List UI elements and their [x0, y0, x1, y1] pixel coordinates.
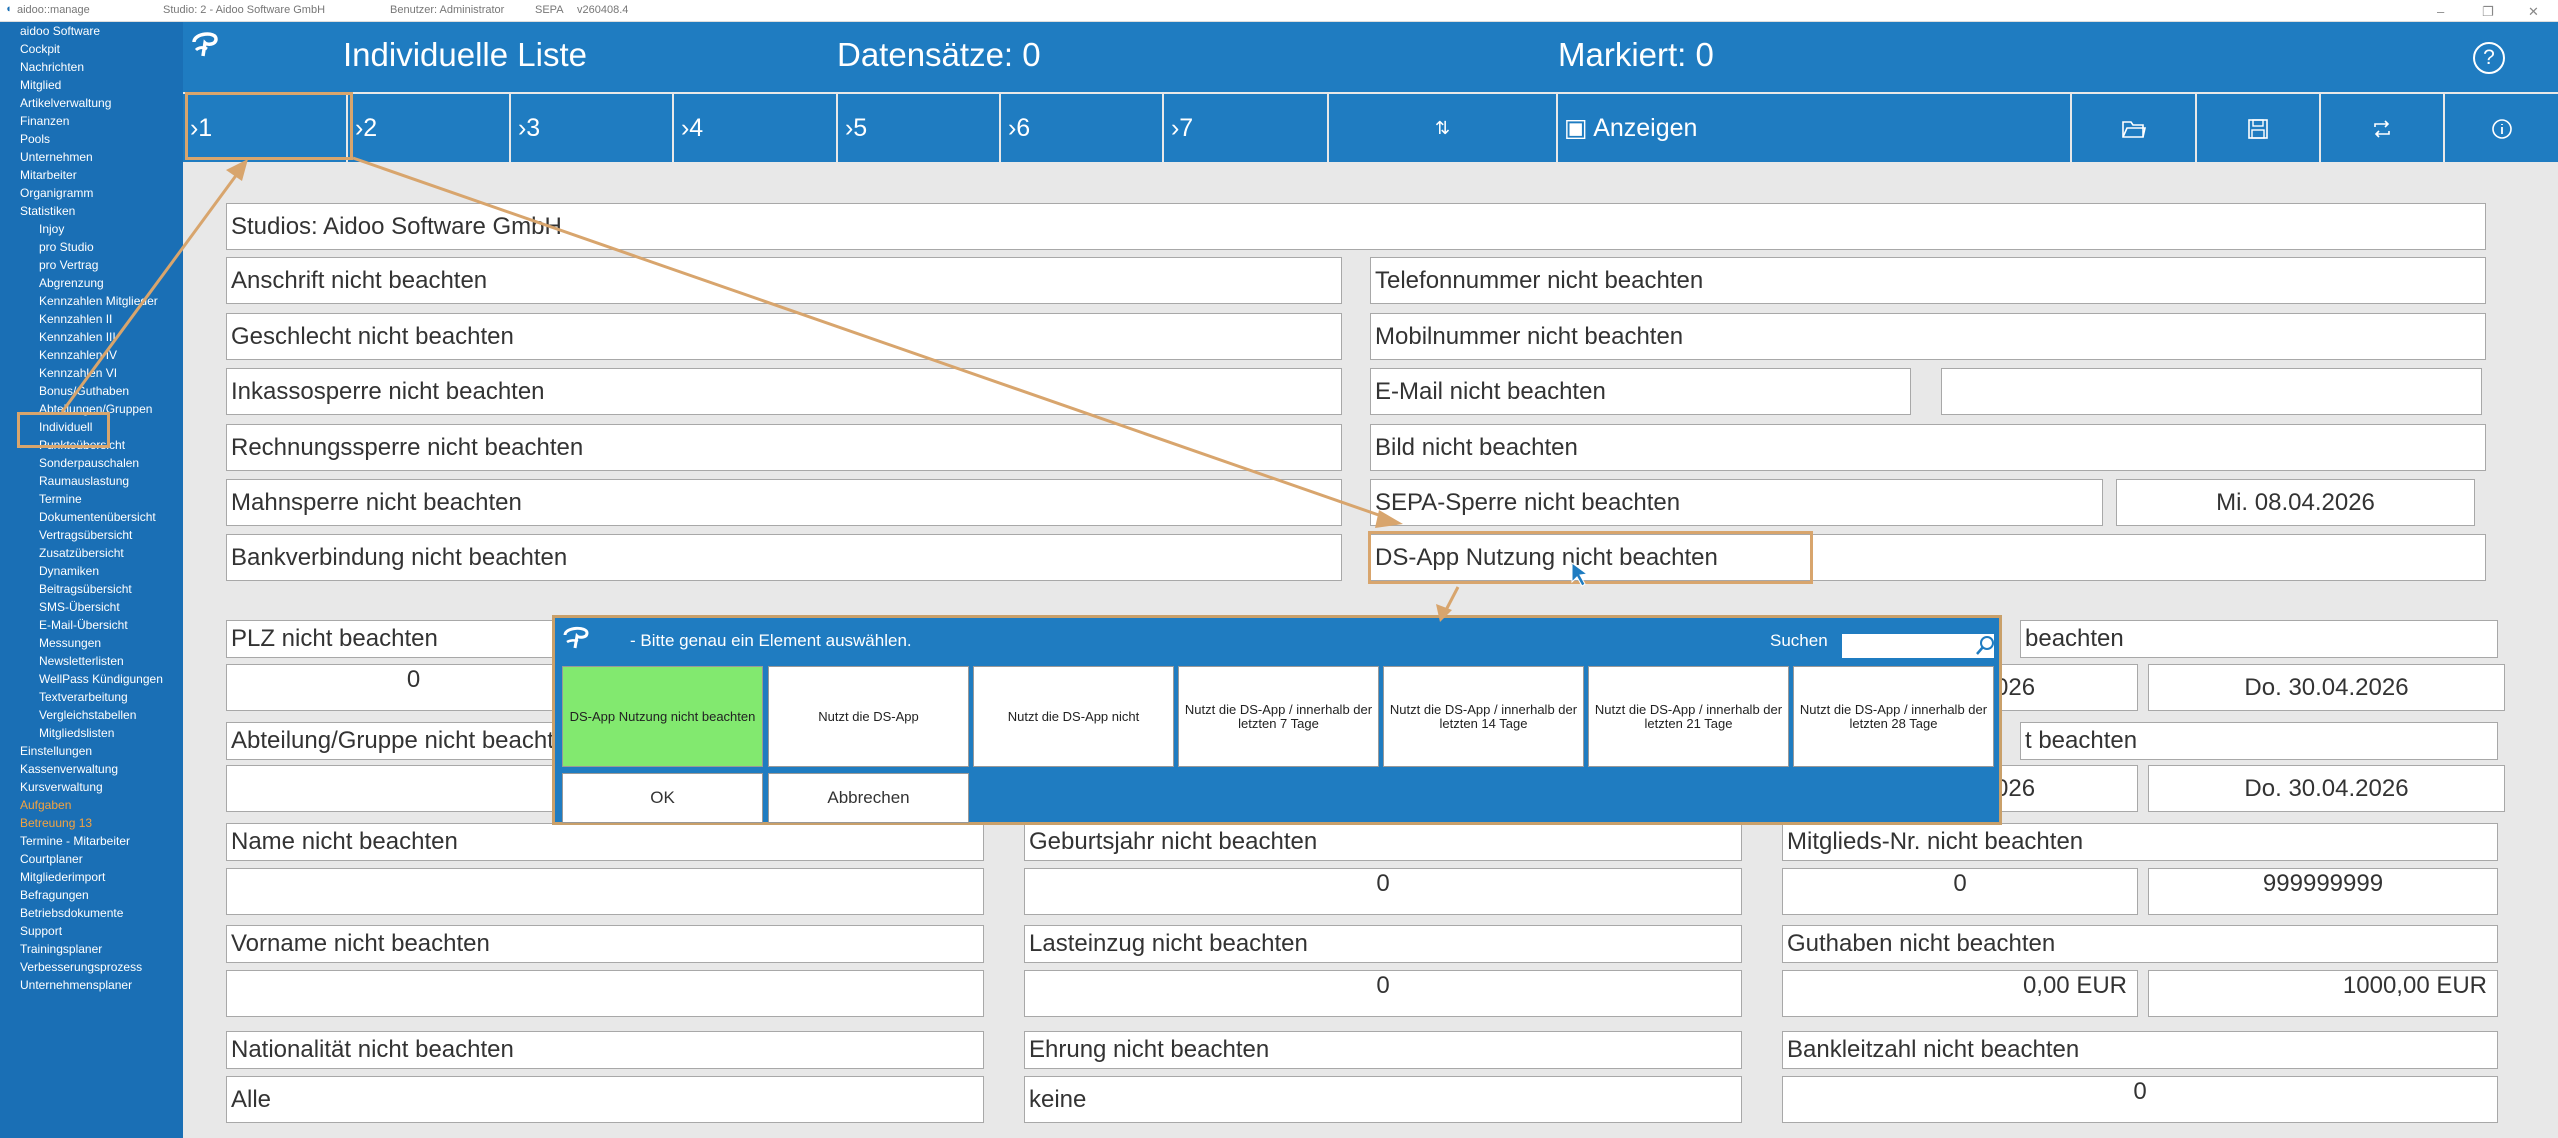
- mouse-cursor-icon: [1571, 562, 1589, 587]
- annotation-arrows: [60, 156, 1589, 622]
